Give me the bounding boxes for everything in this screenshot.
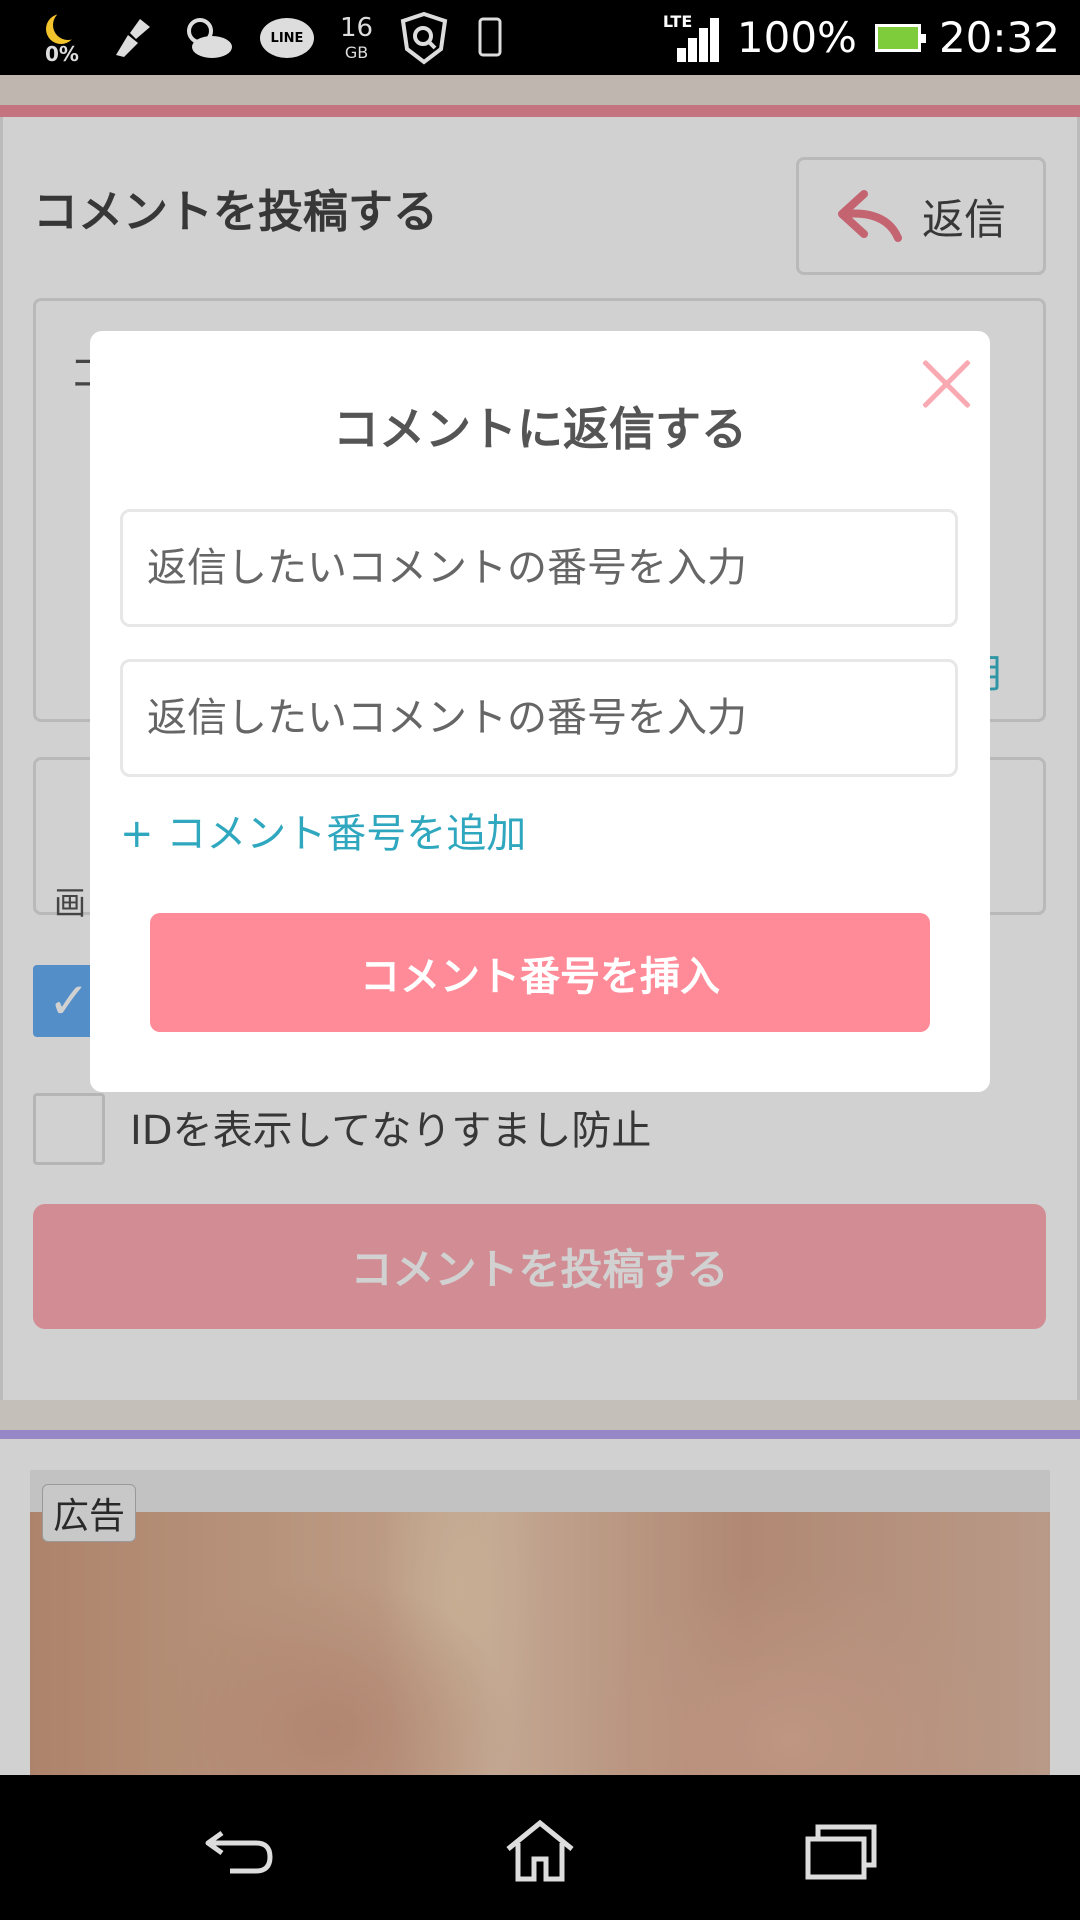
- signal-icon: LTE: [662, 11, 719, 62]
- weather-icon: [182, 15, 234, 61]
- comment-number-input-2[interactable]: [120, 659, 958, 777]
- status-icons-left: 0% LINE 16 GB: [40, 8, 505, 68]
- phone-icon: [475, 15, 505, 61]
- reply-modal: コメントに返信する + コメント番号を追加 コメント番号を挿入: [90, 331, 990, 1092]
- night-mode-percent: 0%: [45, 42, 79, 66]
- back-icon[interactable]: [200, 1817, 280, 1883]
- recent-apps-icon[interactable]: [800, 1817, 880, 1883]
- battery-icon: [874, 23, 926, 52]
- home-icon[interactable]: [500, 1817, 580, 1883]
- storage-indicator: 16 GB: [340, 15, 373, 61]
- add-comment-number-link[interactable]: + コメント番号を追加: [120, 801, 526, 859]
- comment-number-input-1[interactable]: [120, 509, 958, 627]
- navigation-bar: [0, 1775, 1080, 1920]
- moon-icon: 0%: [40, 8, 84, 68]
- line-icon: LINE: [260, 18, 314, 58]
- storage-value: 16: [340, 13, 374, 43]
- insert-comment-number-button[interactable]: コメント番号を挿入: [150, 913, 930, 1032]
- network-type: LTE: [662, 11, 693, 31]
- shield-icon: [399, 11, 449, 65]
- battery-percent: 100%: [736, 13, 857, 62]
- clock: 20:32: [938, 13, 1060, 62]
- status-bar: 0% LINE 16 GB LTE 100% 20:32: [0, 0, 1080, 75]
- modal-title: コメントに返信する: [333, 402, 747, 456]
- status-icons-right: LTE 100% 20:32: [663, 0, 1060, 75]
- storage-unit: GB: [344, 43, 369, 62]
- broom-icon: [110, 15, 156, 61]
- line-label: LINE: [260, 18, 314, 58]
